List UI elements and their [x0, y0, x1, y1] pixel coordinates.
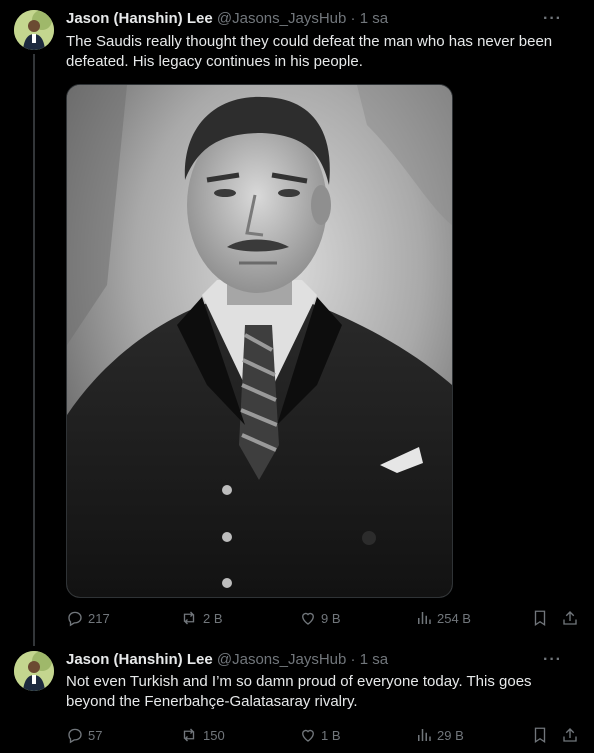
tweet-text-line: defeated. His legacy continues in his pe… — [66, 53, 363, 70]
author-handle[interactable]: @Jasons_JaysHub — [217, 10, 346, 27]
reply-button[interactable]: 57 — [66, 725, 102, 745]
separator-dot: · — [350, 651, 356, 668]
more-icon[interactable]: ··· — [543, 9, 562, 29]
author-name[interactable]: Jason (Hanshin) Lee — [66, 651, 213, 668]
views-count: 254 B — [437, 610, 471, 626]
reply-count: 217 — [88, 610, 110, 626]
tweet-text-line: beyond the Fenerbahçe-Galatasaray rivalr… — [66, 693, 358, 710]
views-button[interactable]: 254 B — [415, 608, 471, 628]
views-icon — [418, 612, 431, 624]
separator-dot: · — [350, 10, 356, 27]
like-icon — [302, 612, 314, 625]
tweet-text: Not even Turkish and I’m so damn proud o… — [66, 672, 582, 712]
repost-button[interactable]: 150 — [179, 725, 225, 745]
bookmark-icon — [534, 610, 546, 627]
share-button[interactable] — [561, 608, 579, 628]
reply-icon — [68, 611, 82, 627]
tweet-header: Jason (Hanshin) Lee @Jasons_JaysHub · 1 … — [66, 9, 578, 29]
author-name[interactable]: Jason (Hanshin) Lee — [66, 10, 213, 27]
like-icon — [302, 729, 314, 742]
timestamp[interactable]: 1 sa — [360, 10, 388, 27]
tweet-text-line: The Saudis really thought they could def… — [66, 33, 553, 50]
bookmark-button[interactable] — [531, 608, 549, 628]
avatar[interactable] — [14, 651, 54, 691]
tweet[interactable]: Jason (Hanshin) Lee @Jasons_JaysHub · 1 … — [0, 646, 594, 753]
timestamp[interactable]: 1 sa — [360, 651, 388, 668]
share-icon — [563, 728, 577, 742]
tweet-text: The Saudis really thought they could def… — [66, 32, 582, 72]
reply-count: 57 — [88, 727, 103, 743]
repost-count: 2 B — [203, 610, 223, 626]
tweet-text-line: Not even Turkish and I’m so damn proud o… — [66, 673, 532, 690]
tweet-photo[interactable] — [66, 84, 453, 598]
repost-icon — [183, 728, 195, 742]
repost-count: 150 — [203, 727, 225, 743]
bookmark-button[interactable] — [531, 725, 549, 745]
like-button[interactable]: 1 B — [299, 725, 341, 745]
more-icon[interactable]: ··· — [543, 650, 562, 670]
share-icon — [563, 611, 577, 625]
action-bar: 217 2 B 9 B 254 B — [66, 608, 586, 628]
like-count: 1 B — [321, 727, 341, 743]
action-bar: 57 150 1 B 29 B — [66, 725, 586, 745]
tweet[interactable]: Jason (Hanshin) Lee @Jasons_JaysHub · 1 … — [0, 0, 594, 646]
views-button[interactable]: 29 B — [415, 725, 464, 745]
repost-icon — [183, 611, 195, 625]
share-button[interactable] — [561, 725, 579, 745]
reply-button[interactable]: 217 — [66, 608, 110, 628]
reply-icon — [68, 728, 82, 744]
like-count: 9 B — [321, 610, 341, 626]
views-icon — [418, 729, 431, 741]
avatar[interactable] — [14, 10, 54, 50]
author-handle[interactable]: @Jasons_JaysHub — [217, 651, 346, 668]
bookmark-icon — [534, 727, 546, 744]
like-button[interactable]: 9 B — [299, 608, 341, 628]
repost-button[interactable]: 2 B — [179, 608, 223, 628]
views-count: 29 B — [437, 727, 464, 743]
tweet-header: Jason (Hanshin) Lee @Jasons_JaysHub · 1 … — [66, 650, 578, 670]
